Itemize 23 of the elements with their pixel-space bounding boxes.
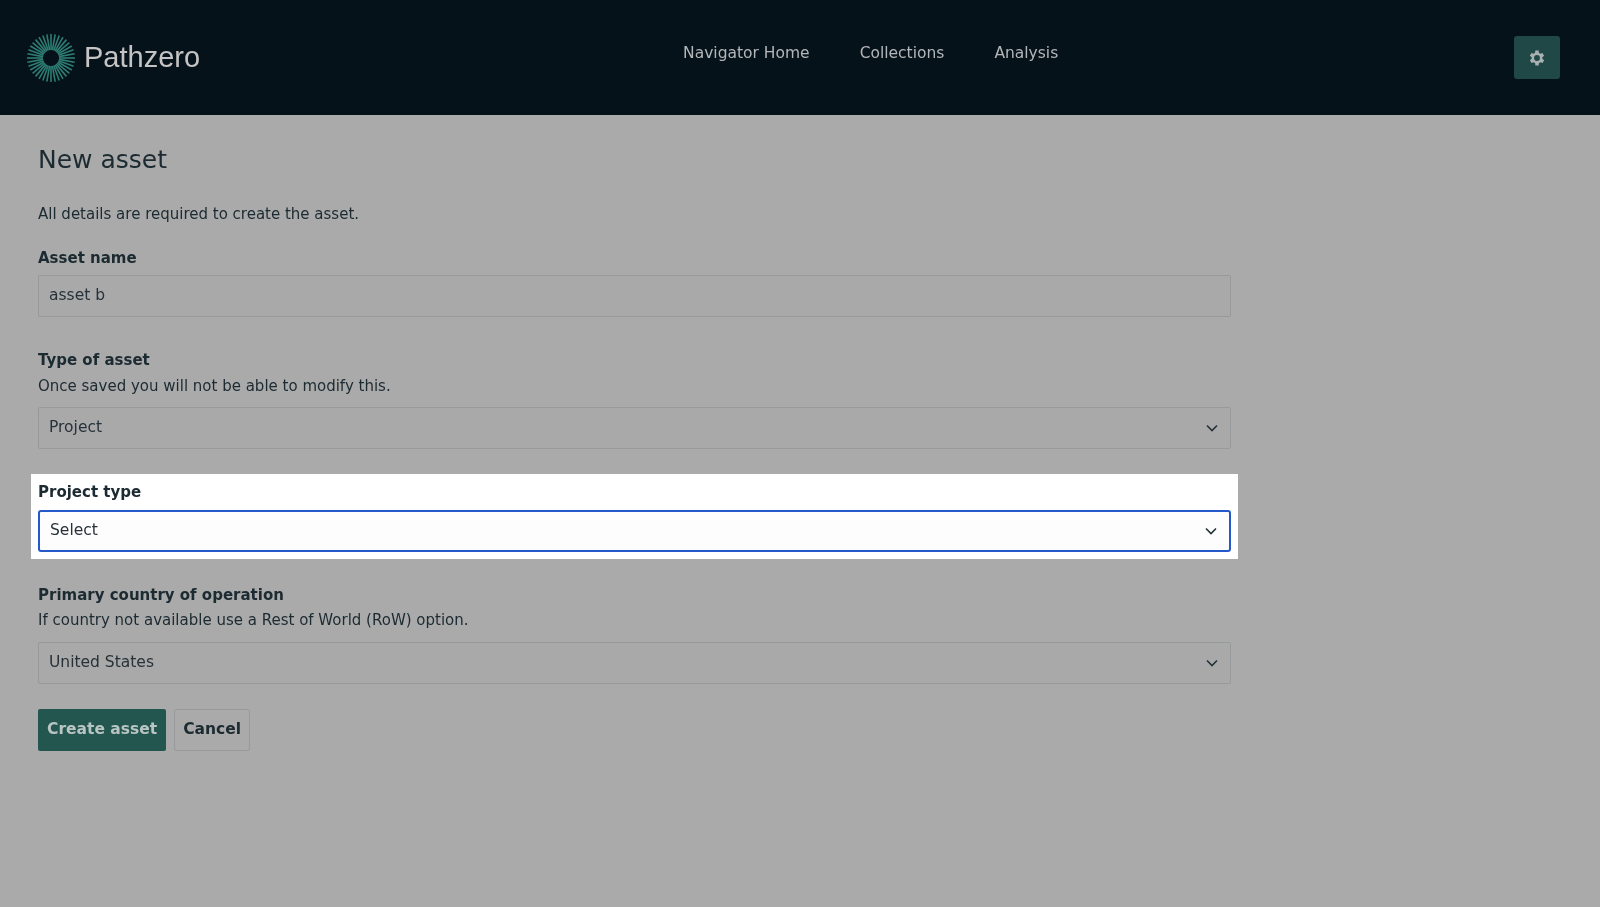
brand-name: Pathzero: [84, 39, 201, 75]
cancel-button[interactable]: Cancel: [174, 708, 251, 751]
select-dropdown[interactable]: Project: [38, 407, 1231, 449]
select-dropdown[interactable]: Select: [38, 509, 1231, 552]
select-dropdown[interactable]: United States: [38, 641, 1231, 684]
text-input[interactable]: asset b: [38, 275, 1231, 317]
sunburst-logo-icon: [26, 32, 76, 83]
field-label: Asset name: [38, 247, 138, 269]
nav-link[interactable]: Analysis: [986, 41, 1067, 66]
help-text: If country not available use a Rest of World (RoW) option.: [38, 610, 470, 631]
field-label: Primary country of operation: [38, 584, 285, 606]
settings-button[interactable]: [1514, 36, 1560, 79]
nav-link[interactable]: Navigator Home: [675, 41, 818, 66]
help-text: Once saved you will not be able to modify this.: [38, 375, 392, 397]
intro-text: All details are required to create the asset.: [38, 204, 361, 225]
chevron-down-icon: [1206, 424, 1218, 432]
chevron-down-icon: [1205, 526, 1217, 535]
create-button[interactable]: Create asset: [38, 708, 167, 751]
field-label: Type of asset: [38, 350, 151, 371]
nav-link[interactable]: Collections: [851, 41, 953, 66]
field-label: Project type: [38, 482, 143, 503]
chevron-down-icon: [1206, 658, 1218, 667]
page-title: New asset: [38, 145, 169, 175]
